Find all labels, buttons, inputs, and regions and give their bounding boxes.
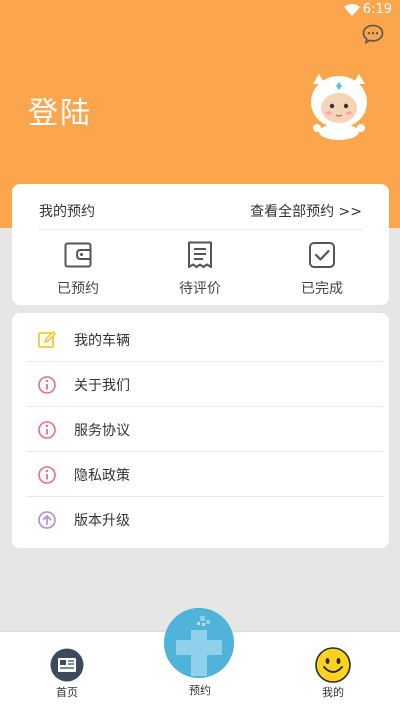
order-status-booked[interactable]: 已预约 (28, 236, 128, 300)
tab-mine[interactable]: 我的 (293, 632, 373, 710)
menu-item-label: 我的车辆 (74, 333, 130, 349)
status-time: 6:19 (362, 2, 392, 17)
status-bar: 6:19 (0, 0, 400, 22)
message-icon[interactable] (362, 24, 384, 44)
tab-home[interactable]: 首页 (27, 632, 107, 710)
menu-item-label: 版本升级 (74, 513, 130, 529)
menu-item-version-upgrade[interactable]: 版本升级 (26, 497, 383, 542)
wallet-icon (64, 242, 92, 268)
upgrade-icon (38, 511, 56, 529)
orders-header: 我的预约 查看全部预约 >> (39, 184, 362, 230)
order-status-to-review[interactable]: 待评价 (150, 236, 250, 300)
my-orders-card: 我的预约 查看全部预约 >> 已预约 待评价 已完成 (12, 184, 389, 305)
view-all-orders-link[interactable]: 查看全部预约 >> (250, 201, 362, 221)
menu-item-label: 隐私政策 (74, 468, 130, 484)
menu-item-my-vehicles[interactable]: 我的车辆 (26, 317, 383, 362)
edit-icon (38, 331, 56, 348)
menu-item-label: 关于我们 (74, 378, 130, 394)
orders-title: 我的预约 (39, 204, 95, 220)
menu-item-privacy-policy[interactable]: 隐私政策 (26, 452, 383, 497)
login-link[interactable]: 登陆 (28, 88, 92, 132)
news-icon (50, 648, 84, 682)
tab-label: 我的 (322, 686, 344, 699)
order-status-label: 待评价 (179, 281, 221, 297)
receipt-icon (188, 241, 212, 268)
order-status-label: 已预约 (57, 281, 99, 297)
wifi-icon (344, 4, 360, 16)
menu-item-about-us[interactable]: 关于我们 (26, 362, 383, 407)
smiley-icon (315, 647, 351, 683)
info-icon (38, 421, 56, 439)
menu-item-service-agreement[interactable]: 服务协议 (26, 407, 383, 452)
menu-item-label: 服务协议 (74, 423, 130, 439)
orders-status-row: 已预约 待评价 已完成 (12, 236, 389, 300)
tab-label: 首页 (56, 686, 78, 699)
check-box-icon (309, 242, 335, 268)
avatar[interactable] (305, 72, 373, 140)
tab-label: 预约 (189, 684, 211, 697)
order-status-label: 已完成 (301, 281, 343, 297)
info-icon (38, 466, 56, 484)
order-status-completed[interactable]: 已完成 (272, 236, 372, 300)
booking-center-button[interactable] (164, 608, 234, 678)
info-icon (38, 376, 56, 394)
settings-menu-card: 我的车辆 关于我们 服务协议 隐私政策 版本升级 (12, 313, 389, 548)
